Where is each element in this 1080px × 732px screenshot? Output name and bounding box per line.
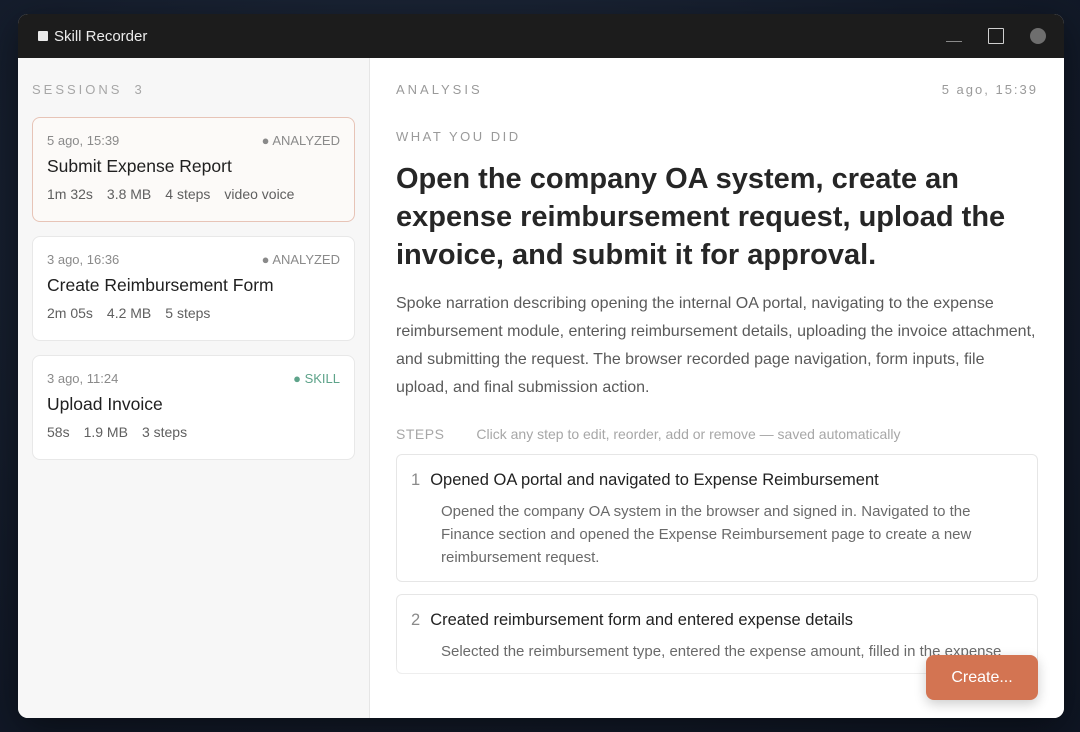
section-label: WHAT YOU DID — [396, 129, 521, 144]
session-time: 3 ago, 16:36 — [47, 252, 120, 267]
session-steps: 3 steps — [141, 424, 188, 440]
step-title: Opened OA portal and navigated to Expens… — [430, 471, 879, 489]
session-steps: 5 steps — [165, 305, 211, 321]
steps-hint: Click any step to edit, reorder, add or … — [476, 426, 901, 442]
maximize-icon[interactable] — [988, 28, 1004, 44]
session-title: Upload Invoice — [47, 394, 163, 414]
session-time: 5 ago, 15:39 — [47, 133, 120, 148]
sessions-label: SESSIONS — [32, 82, 123, 97]
step-number: 1 — [411, 471, 421, 489]
status-badge: ● SKILL — [293, 371, 340, 386]
session-title: Create Reimbursement Form — [47, 275, 274, 295]
session-size: 3.8 MB — [106, 186, 152, 202]
session-title: Submit Expense Report — [47, 156, 232, 176]
sessions-sidebar: SESSIONS 3 5 ago, 15:39 ● ANALYZED Submit… — [18, 58, 370, 718]
session-size: 1.9 MB — [83, 424, 128, 440]
session-duration: 1m 32s — [47, 186, 93, 202]
step-title: Created reimbursement form and entered e… — [430, 611, 853, 629]
step-card[interactable]: 1 Opened OA portal and navigated to Expen… — [396, 454, 1038, 582]
session-time: 3 ago, 11:24 — [47, 371, 119, 386]
status-badge: ● ANALYZED — [261, 133, 340, 148]
app-title: Skill Recorder — [54, 27, 148, 45]
window-controls — [946, 28, 1046, 44]
page-title: Open the company OA system, create an ex… — [396, 163, 1006, 271]
close-icon[interactable] — [1030, 28, 1046, 44]
session-size: 4.2 MB — [106, 305, 152, 321]
title-bar: Skill Recorder — [18, 14, 1064, 58]
analysis-description: Spoke narration describing opening the i… — [396, 295, 1036, 396]
status-badge: ● ANALYZED — [261, 252, 340, 267]
session-tags: video voice — [224, 186, 295, 202]
session-card[interactable]: 3 ago, 11:24 ● SKILL Upload Invoice 58s … — [32, 355, 355, 460]
session-card[interactable]: 5 ago, 15:39 ● ANALYZED Submit Expense R… — [32, 117, 355, 222]
step-description: Opened the company OA system in the brow… — [441, 503, 972, 566]
app-logo-icon — [38, 31, 48, 41]
minimize-icon[interactable] — [946, 28, 962, 44]
session-duration: 58s — [47, 424, 70, 440]
session-duration: 2m 05s — [47, 305, 93, 321]
app-window: Skill Recorder SESSIONS 3 5 ago, 15:39 ● … — [18, 14, 1064, 718]
create-button[interactable]: Create... — [926, 655, 1038, 700]
session-steps: 4 steps — [165, 186, 211, 202]
analysis-label: ANALYSIS — [396, 82, 483, 97]
analysis-timestamp: 5 ago, 15:39 — [941, 82, 1038, 97]
sessions-header: SESSIONS 3 — [32, 82, 355, 97]
sessions-count: 3 — [134, 82, 145, 97]
analysis-panel: ANALYSIS 5 ago, 15:39 WHAT YOU DID Open … — [370, 58, 1064, 718]
steps-label: STEPS — [396, 426, 445, 442]
steps-header: STEPS Click any step to edit, reorder, a… — [396, 426, 1038, 442]
session-card[interactable]: 3 ago, 16:36 ● ANALYZED Create Reimburse… — [32, 236, 355, 341]
step-number: 2 — [411, 611, 421, 629]
